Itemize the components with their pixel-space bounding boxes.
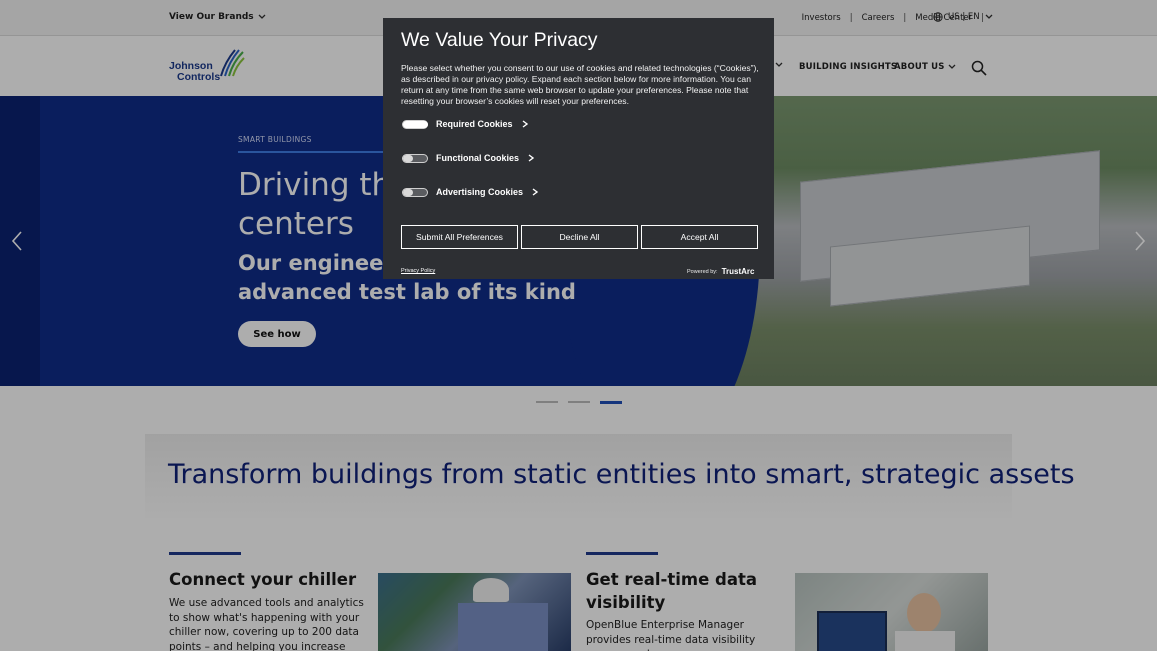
functional-cookies-toggle[interactable] bbox=[402, 153, 428, 163]
functional-cookies-row[interactable]: Functional Cookies bbox=[402, 153, 535, 163]
cookie-category-label: Advertising Cookies bbox=[436, 187, 524, 197]
privacy-policy-link[interactable]: Privacy Policy bbox=[401, 268, 435, 274]
toggle-knob bbox=[403, 154, 413, 162]
decline-all-button[interactable]: Decline All bbox=[521, 225, 638, 249]
dialog-title: We Value Your Privacy bbox=[401, 29, 598, 51]
dialog-description: Please select whether you consent to our… bbox=[401, 63, 759, 106]
privacy-consent-dialog: We Value Your Privacy Please select whet… bbox=[383, 18, 774, 279]
required-cookies-row[interactable]: Required Cookies bbox=[402, 119, 529, 129]
chevron-right-icon[interactable] bbox=[527, 154, 535, 162]
cookie-category-label: Functional Cookies bbox=[436, 153, 520, 163]
powered-by: Powered by: TrustArc bbox=[687, 267, 754, 276]
trustarc-logo: TrustArc bbox=[721, 267, 755, 276]
toggle-knob bbox=[418, 120, 428, 128]
chevron-right-icon[interactable] bbox=[521, 120, 529, 128]
powered-by-label: Powered by: bbox=[687, 268, 718, 275]
required-cookies-toggle[interactable] bbox=[402, 119, 428, 129]
advertising-cookies-row[interactable]: Advertising Cookies bbox=[402, 187, 539, 197]
chevron-right-icon[interactable] bbox=[531, 188, 539, 196]
toggle-knob bbox=[403, 188, 413, 196]
accept-all-button[interactable]: Accept All bbox=[641, 225, 758, 249]
advertising-cookies-toggle[interactable] bbox=[402, 187, 428, 197]
cookie-category-label: Required Cookies bbox=[436, 119, 513, 129]
submit-all-preferences-button[interactable]: Submit All Preferences bbox=[401, 225, 518, 249]
